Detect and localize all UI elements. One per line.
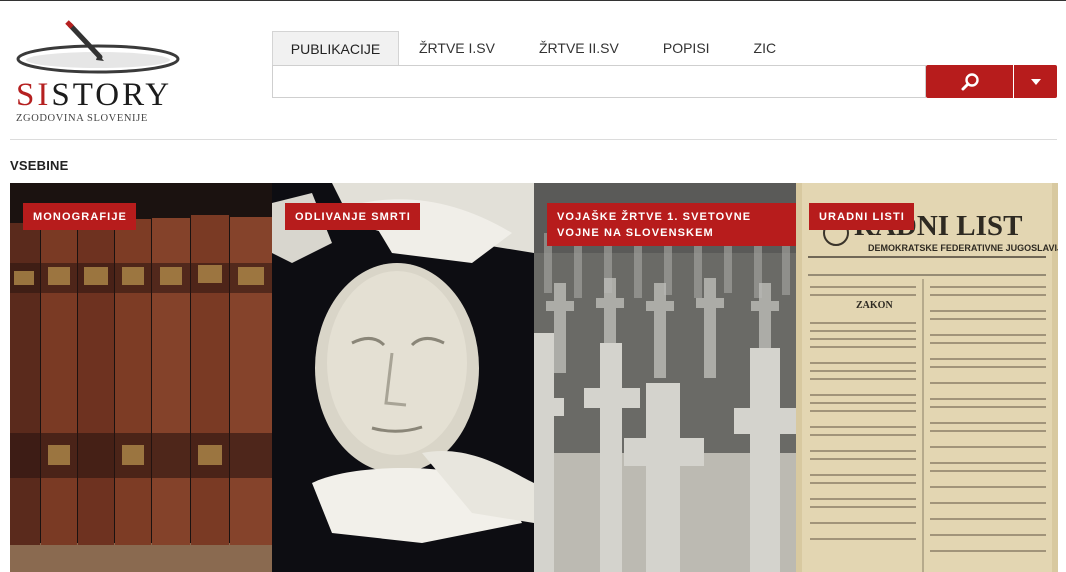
- tile-label: MONOGRAFIJE: [23, 203, 136, 230]
- section-title: VSEBINE: [10, 158, 69, 173]
- caret-down-icon: [1030, 78, 1041, 85]
- logo-subtitle: ZGODOVINA SLOVENIJE: [16, 113, 148, 124]
- tab-popisi[interactable]: POPISI: [641, 31, 732, 65]
- books-image: [10, 183, 272, 572]
- search-bar: [272, 65, 1057, 98]
- tab-zrtve-2sv[interactable]: ŽRTVE II.SV: [517, 31, 641, 65]
- pen-ellipse-icon: [16, 20, 180, 74]
- svg-text:DEMOKRATSKE FEDERATIVNE JUGOSL: DEMOKRATSKE FEDERATIVNE JUGOSLAVIJE: [868, 243, 1058, 253]
- tile-label: URADNI LISTI: [809, 203, 914, 230]
- search-input[interactable]: [272, 65, 926, 98]
- content-tiles: MONOGRAFIJE ODLIVANJE SMRTI VOJAŠKE ŽRTV…: [10, 183, 1058, 572]
- tile-uradni-listi[interactable]: RADNI LIST DEMOKRATSKE FEDERATIVNE JUGOS…: [796, 183, 1058, 572]
- tile-label: ODLIVANJE SMRTI: [285, 203, 420, 230]
- main-tabs: PUBLIKACIJE ŽRTVE I.SV ŽRTVE II.SV POPIS…: [272, 31, 798, 65]
- tile-monografije[interactable]: MONOGRAFIJE: [10, 183, 272, 572]
- tile-label: VOJAŠKE ŽRTVE 1. SVETOVNE VOJNE NA SLOVE…: [547, 203, 796, 246]
- header-divider: [10, 139, 1057, 140]
- search-options-button[interactable]: [1014, 65, 1057, 98]
- logo-title: SISTORY: [16, 77, 173, 113]
- search-button[interactable]: [926, 65, 1013, 98]
- tile-vojaske-zrtve[interactable]: VOJAŠKE ŽRTVE 1. SVETOVNE VOJNE NA SLOVE…: [534, 183, 796, 572]
- tab-zrtve-1sv[interactable]: ŽRTVE I.SV: [399, 31, 517, 65]
- tab-publikacije[interactable]: PUBLIKACIJE: [272, 31, 399, 65]
- death-mask-image: [272, 183, 534, 572]
- tab-zic[interactable]: ZIC: [732, 31, 799, 65]
- site-logo[interactable]: SISTORY ZGODOVINA SLOVENIJE: [12, 19, 192, 127]
- tile-odlivanje-smrti[interactable]: ODLIVANJE SMRTI: [272, 183, 534, 572]
- search-icon: [961, 72, 979, 90]
- gazette-image: RADNI LIST DEMOKRATSKE FEDERATIVNE JUGOS…: [796, 183, 1058, 572]
- svg-text:ZAKON: ZAKON: [856, 300, 893, 311]
